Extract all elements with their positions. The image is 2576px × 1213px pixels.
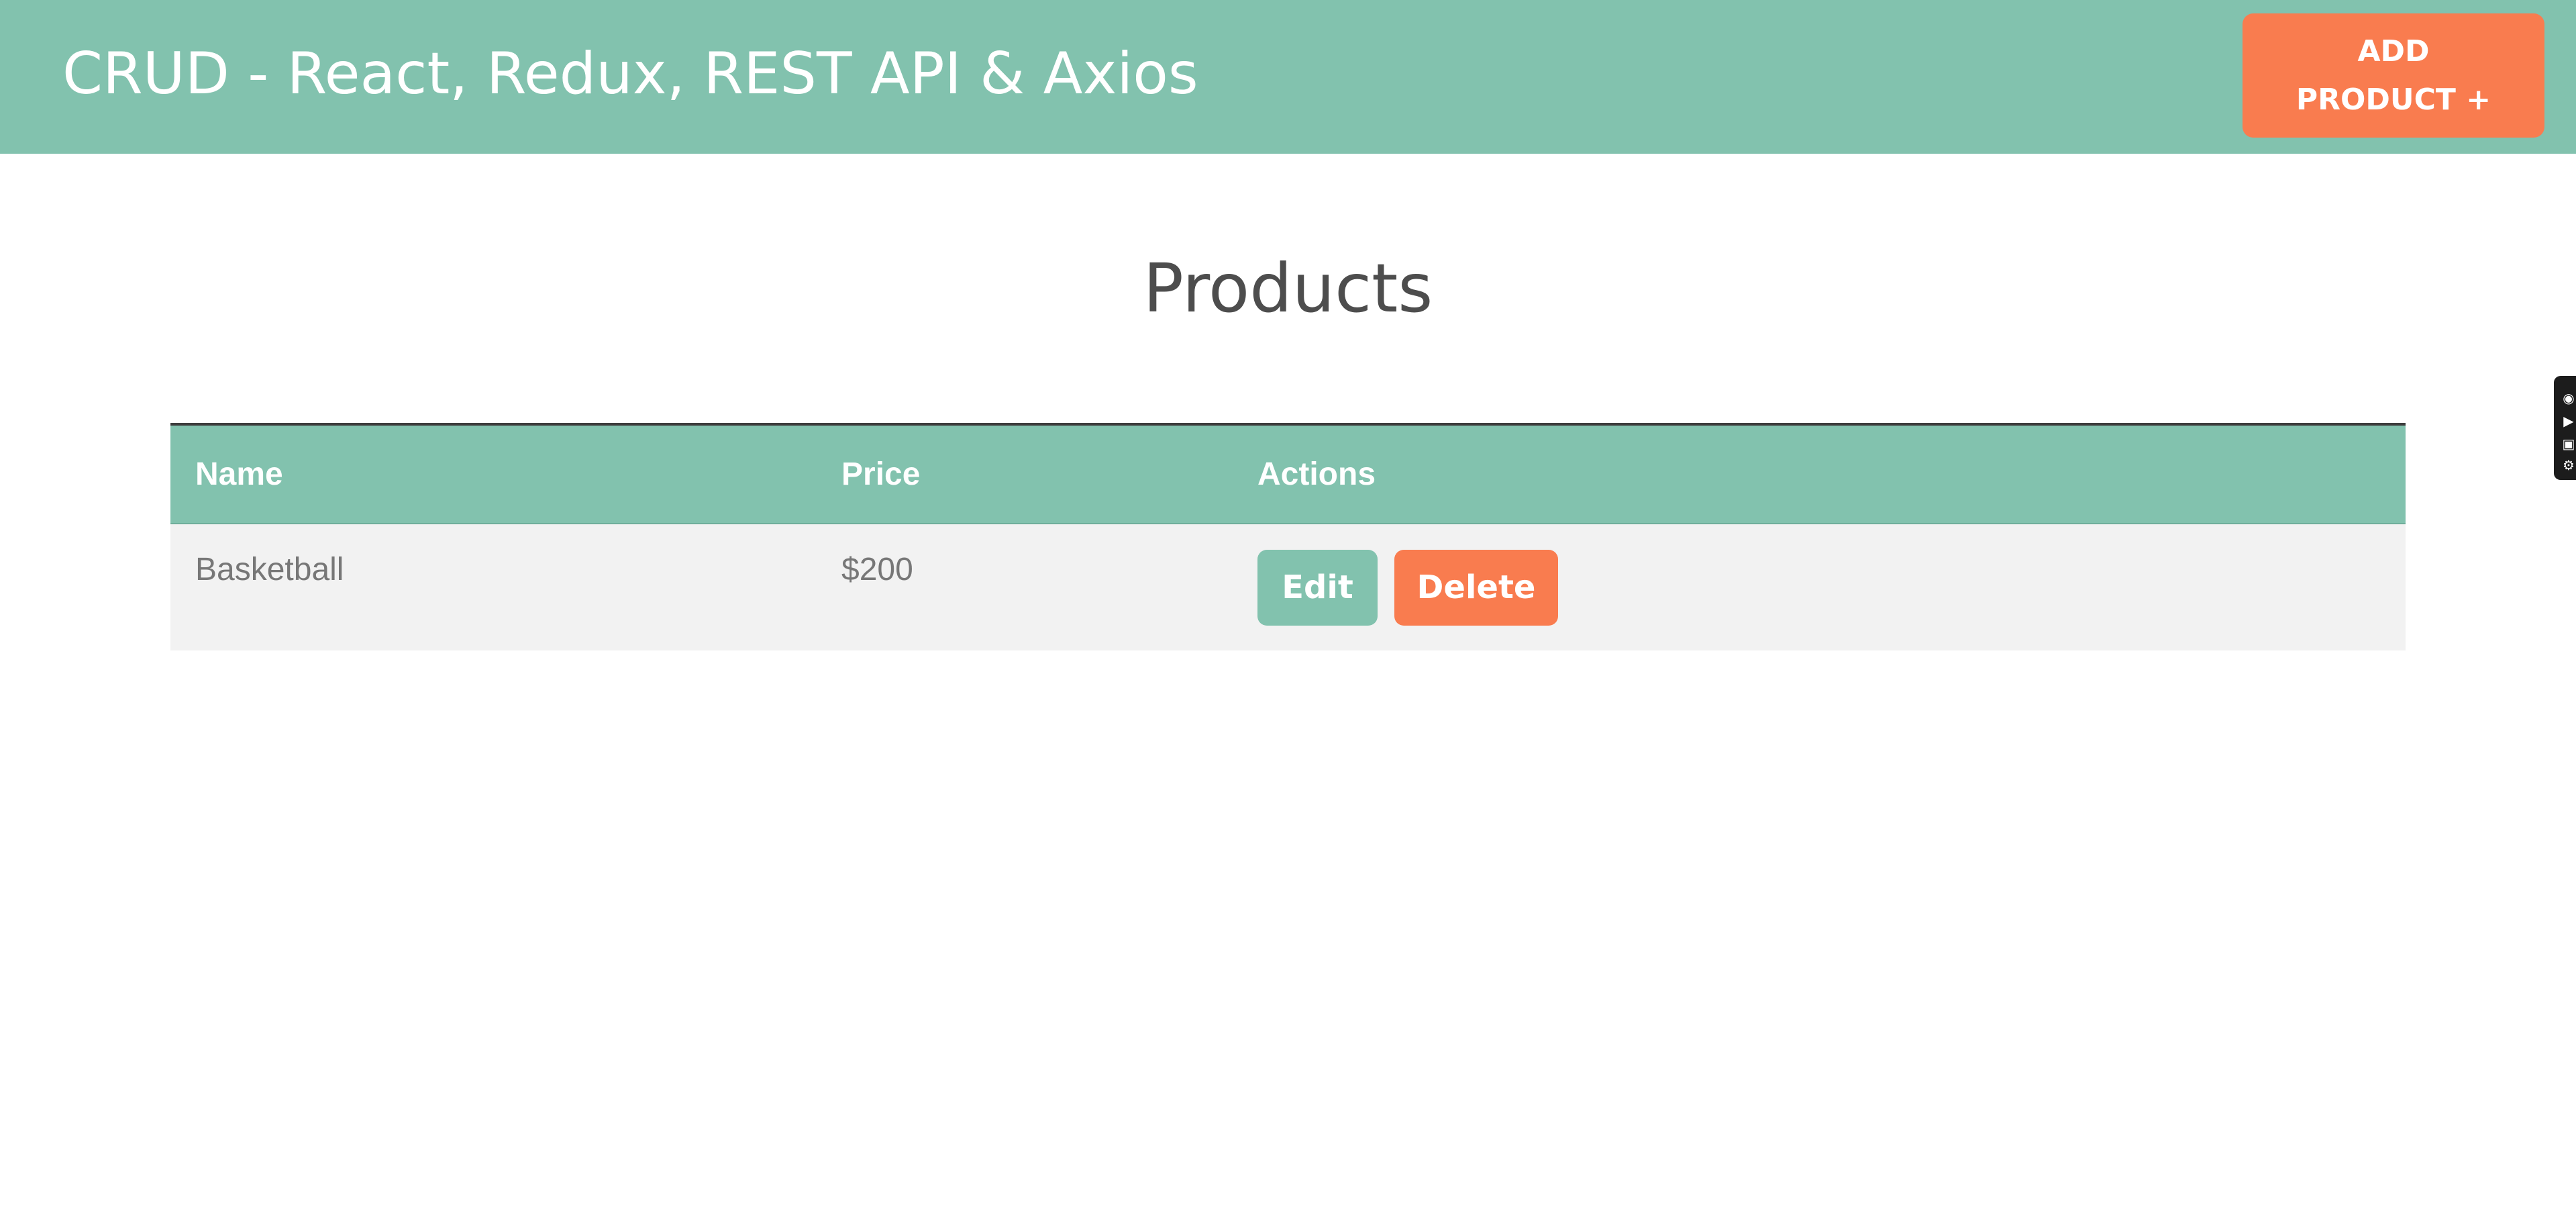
- product-actions-cell: Edit Delete: [1233, 524, 2406, 650]
- video-icon[interactable]: ▶: [2561, 414, 2576, 430]
- column-header-price: Price: [817, 424, 1233, 524]
- product-price-cell: $200: [817, 524, 1233, 650]
- column-header-name: Name: [170, 424, 817, 524]
- top-bar: CRUD - React, Redux, REST API & Axios AD…: [0, 0, 2576, 154]
- side-toolbar: ◉ ▶ ▣ ⚙: [2554, 376, 2576, 480]
- table-header-row: Name Price Actions: [170, 424, 2406, 524]
- table-body: Basketball $200 Edit Delete: [170, 524, 2406, 650]
- products-table: Name Price Actions Basketball $200 Edit D…: [170, 423, 2406, 650]
- table-row: Basketball $200 Edit Delete: [170, 524, 2406, 650]
- page-title: Products: [1143, 249, 1433, 328]
- app-title: CRUD - React, Redux, REST API & Axios: [62, 40, 1198, 107]
- add-product-button[interactable]: ADD PRODUCT +: [2243, 13, 2544, 138]
- camera-icon[interactable]: ◉: [2561, 391, 2576, 407]
- product-name-cell: Basketball: [170, 524, 817, 650]
- edit-button[interactable]: Edit: [1257, 549, 1378, 626]
- gear-icon[interactable]: ⚙: [2561, 458, 2576, 474]
- delete-button[interactable]: Delete: [1394, 549, 1558, 626]
- column-header-actions: Actions: [1233, 424, 2406, 524]
- table-header: Name Price Actions: [170, 424, 2406, 524]
- image-icon[interactable]: ▣: [2561, 436, 2576, 452]
